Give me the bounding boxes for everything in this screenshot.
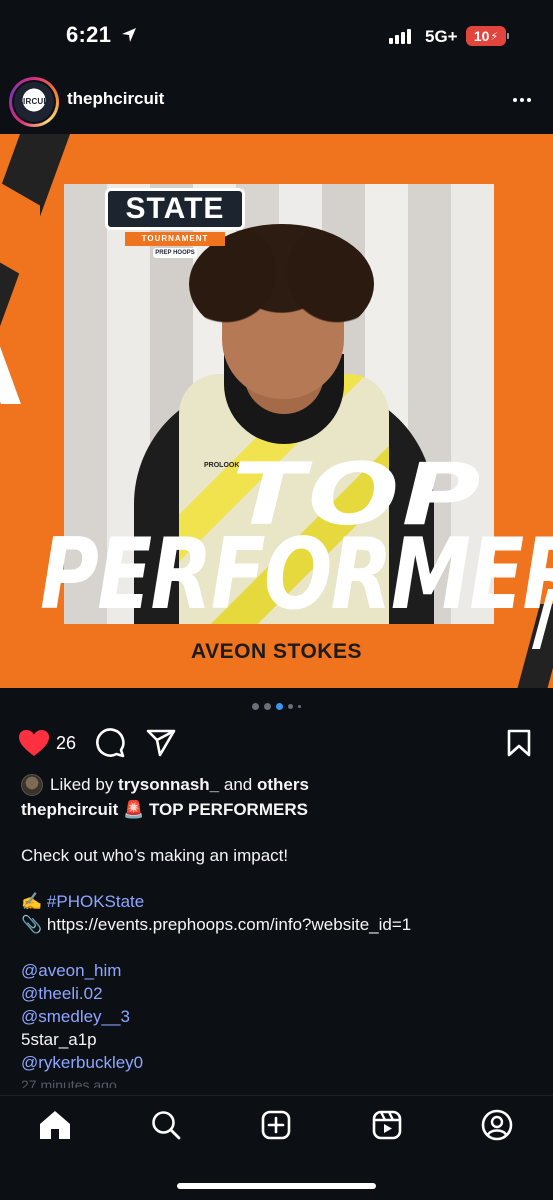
avatar[interactable]: CIRCUIT: [9, 77, 59, 127]
save-bookmark-icon[interactable]: [507, 729, 531, 757]
comment-icon[interactable]: [95, 728, 125, 758]
like-heart-icon[interactable]: [18, 729, 50, 757]
caption-title: TOP PERFORMERS: [148, 800, 308, 819]
mention-link[interactable]: @aveon_him: [21, 959, 533, 982]
battery-tip: [507, 33, 509, 39]
post-timestamp: 27 minutes ago: [21, 1077, 117, 1088]
liker-avatar: [21, 774, 43, 796]
action-bar: 26: [0, 726, 553, 760]
badge-prep-hoops: PREP HOOPS: [153, 248, 197, 258]
url-line: 📎 https://events.prephoops.com/info?webs…: [21, 913, 533, 936]
status-bar: 6:21 5G+ 10 ⚡: [0, 0, 553, 70]
tournament-logo: OKLAHOMA STATE TOURNAMENT PREP HOOPS: [105, 166, 245, 261]
reels-icon[interactable]: [370, 1108, 404, 1142]
badge-state: STATE: [105, 188, 245, 230]
caption-body: Check out who’s making an impact!: [21, 846, 289, 865]
more-options-icon[interactable]: [513, 98, 531, 102]
player-name: AVEON STOKES: [191, 640, 362, 663]
avatar-logo-text: CIRCUIT: [17, 97, 51, 106]
liked-by-mid: and: [219, 775, 257, 794]
badge-oklahoma: OKLAHOMA: [131, 166, 219, 182]
liked-by-others[interactable]: others: [257, 775, 309, 795]
siren-emoji: 🚨: [123, 800, 145, 819]
liked-by-prefix: Liked by: [50, 775, 119, 794]
hashtag-line: ✍️ #PHOKState: [21, 890, 533, 913]
event-url[interactable]: https://events.prephoops.com/info?websit…: [47, 915, 411, 934]
carousel-dot: [288, 704, 293, 709]
cellular-signal-icon: [389, 29, 411, 44]
hashtag-link[interactable]: #PHOKState: [47, 892, 144, 911]
network-type: 5G+: [425, 27, 458, 46]
headline-performer: PERFORMER: [40, 518, 553, 632]
carousel-dot: [264, 703, 271, 710]
liked-by-user[interactable]: trysonnash_: [118, 775, 219, 795]
home-indicator[interactable]: [177, 1183, 376, 1189]
paperclip-emoji: 📎: [21, 915, 43, 934]
mention-link[interactable]: @rykerbuckley0: [21, 1051, 533, 1074]
search-icon[interactable]: [149, 1108, 183, 1142]
battery-level: 10: [473, 28, 490, 44]
writing-hand-emoji: ✍️: [21, 892, 43, 911]
post-image[interactable]: PROLOOK OKLAHOMA STATE TOURNAMENT PREP H…: [0, 134, 553, 688]
carousel-dot: [298, 705, 301, 708]
post-header: CIRCUIT thephcircuit: [0, 76, 553, 128]
liked-by-row[interactable]: Liked by trysonnash_ and others: [21, 772, 533, 798]
caption-title-line: thephcircuit 🚨 TOP PERFORMERS: [21, 798, 533, 821]
plain-mention: 5star_a1p: [21, 1030, 97, 1049]
carousel-indicator: [0, 703, 553, 710]
carousel-dot-active: [276, 703, 283, 710]
caption: Liked by trysonnash_ and others thephcir…: [21, 772, 533, 1088]
post-username[interactable]: thephcircuit: [67, 89, 164, 109]
location-arrow-icon: [122, 28, 136, 42]
caption-author[interactable]: thephcircuit: [21, 800, 118, 819]
carousel-dot: [252, 703, 259, 710]
like-count[interactable]: 26: [56, 733, 76, 754]
battery-icon: 10 ⚡: [466, 26, 506, 46]
create-icon[interactable]: [259, 1108, 293, 1142]
mention-link[interactable]: @theeli.02: [21, 982, 533, 1005]
badge-tournament: TOURNAMENT: [125, 232, 225, 246]
status-time: 6:21: [66, 22, 112, 47]
mention-link[interactable]: @smedley__3: [21, 1005, 533, 1028]
profile-icon[interactable]: [480, 1108, 514, 1142]
home-icon[interactable]: [38, 1108, 72, 1142]
share-icon[interactable]: [146, 729, 176, 757]
